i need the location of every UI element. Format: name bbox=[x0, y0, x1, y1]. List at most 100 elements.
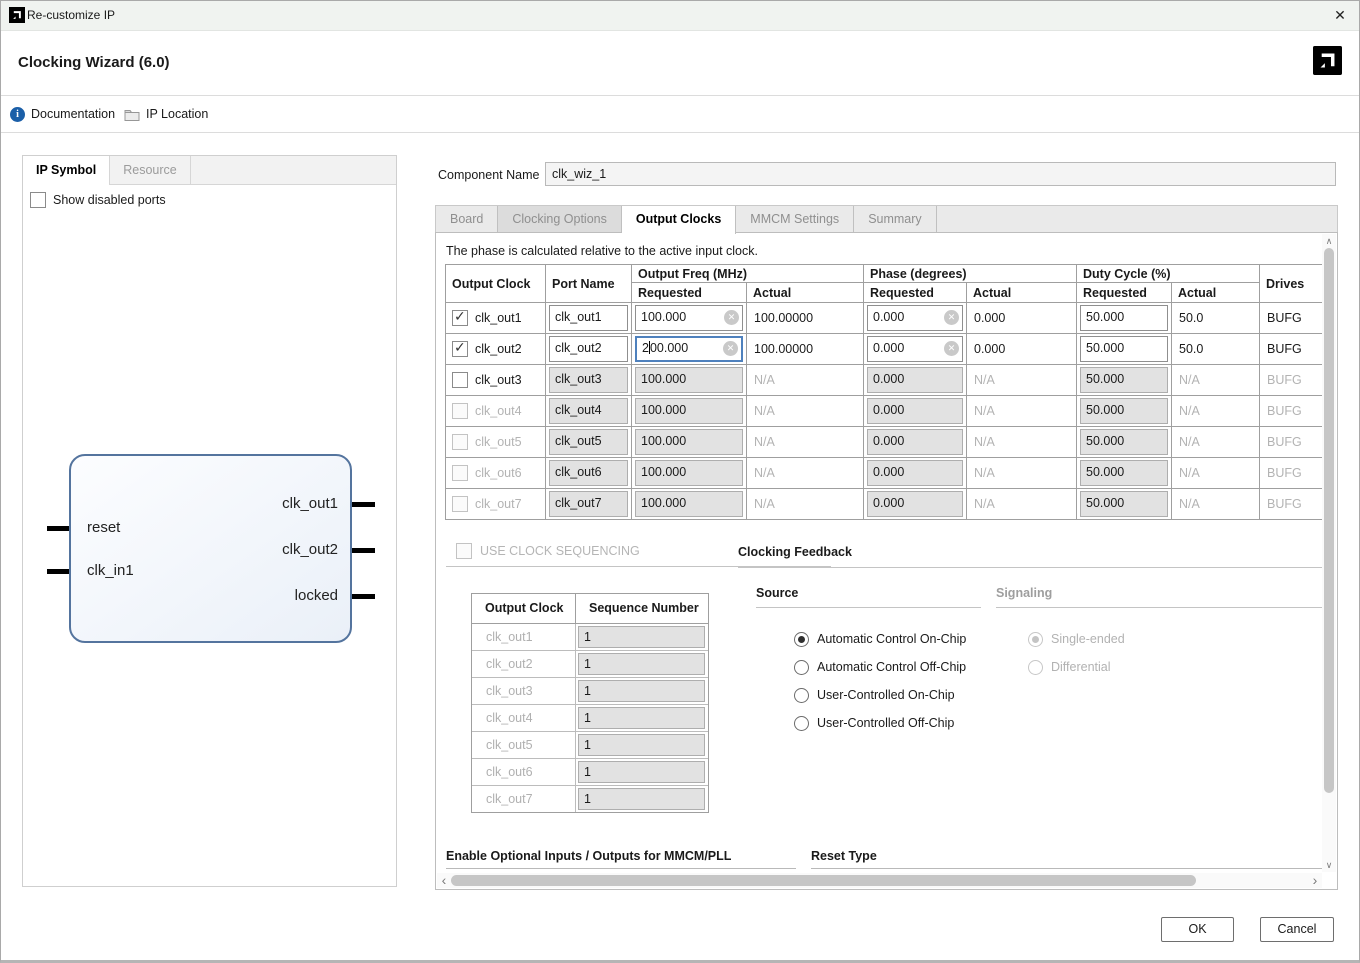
divider bbox=[996, 607, 1324, 608]
close-icon[interactable] bbox=[1326, 3, 1354, 27]
duty-requested-input[interactable]: 50.000 bbox=[1080, 491, 1168, 517]
freq-requested-input[interactable]: 100.000 bbox=[635, 367, 743, 393]
phase-requested-input[interactable]: 0.000 bbox=[867, 367, 963, 393]
use-clock-sequencing-row: USE CLOCK SEQUENCING bbox=[456, 543, 640, 559]
scroll-left-icon[interactable] bbox=[437, 873, 451, 887]
tab-ip-symbol[interactable]: IP Symbol bbox=[23, 156, 110, 185]
output-clock-checkbox[interactable] bbox=[452, 465, 468, 481]
phase-requested-input[interactable]: 0.000 bbox=[867, 336, 963, 362]
phase-actual-value: 0.000 bbox=[967, 303, 1077, 333]
sequence-number-input[interactable]: 1 bbox=[578, 653, 705, 675]
radio-option: Differential bbox=[1028, 653, 1125, 681]
use-clock-sequencing-checkbox[interactable] bbox=[456, 543, 472, 559]
radio-button[interactable] bbox=[794, 688, 809, 703]
freq-requested-input[interactable]: 100.000 bbox=[635, 429, 743, 455]
table-row: clk_out4clk_out4100.000N/A0.000N/A50.000… bbox=[446, 395, 1323, 426]
horizontal-scrollbar-thumb[interactable] bbox=[451, 875, 1196, 886]
header-actual: Actual bbox=[1172, 283, 1260, 302]
table-row: clk_out1clk_out1100.000100.000000.0000.0… bbox=[446, 302, 1323, 333]
table-header: Output Clock Port Name Output Freq (MHz)… bbox=[446, 265, 1323, 302]
sequence-clock-label: clk_out6 bbox=[472, 759, 576, 785]
horizontal-scrollbar[interactable] bbox=[437, 873, 1322, 888]
clear-field-icon[interactable] bbox=[723, 341, 738, 356]
radio-button[interactable] bbox=[794, 716, 809, 731]
divider bbox=[811, 868, 1324, 869]
ip-location-label: IP Location bbox=[146, 107, 208, 121]
ip-symbol-diagram: resetclk_in1clk_out1clk_out2locked bbox=[69, 454, 352, 643]
table-row: clk_out2clk_out2200.000100.000000.0000.0… bbox=[446, 333, 1323, 364]
duty-requested-input[interactable]: 50.000 bbox=[1080, 398, 1168, 424]
port-name-input[interactable]: clk_out2 bbox=[549, 336, 628, 362]
tab-clocking-options[interactable]: Clocking Options bbox=[498, 206, 622, 232]
drives-value: BUFG bbox=[1260, 458, 1323, 488]
duty-requested-input[interactable]: 50.000 bbox=[1080, 367, 1168, 393]
phase-requested-input[interactable]: 0.000 bbox=[867, 460, 963, 486]
freq-requested-input[interactable]: 100.000 bbox=[635, 460, 743, 486]
output-clock-checkbox[interactable] bbox=[452, 434, 468, 450]
output-clock-checkbox[interactable] bbox=[452, 310, 468, 326]
duty-requested-input[interactable]: 50.000 bbox=[1080, 460, 1168, 486]
port-name-input[interactable]: clk_out3 bbox=[549, 367, 628, 393]
phase-requested-input[interactable]: 0.000 bbox=[867, 491, 963, 517]
output-clock-checkbox[interactable] bbox=[452, 341, 468, 357]
sequence-number-input[interactable]: 1 bbox=[578, 734, 705, 756]
vertical-scrollbar[interactable] bbox=[1322, 234, 1336, 872]
scroll-right-icon[interactable] bbox=[1308, 873, 1322, 887]
sequence-number-input[interactable]: 1 bbox=[578, 680, 705, 702]
show-disabled-ports-checkbox[interactable] bbox=[30, 192, 46, 208]
radio-button[interactable] bbox=[794, 632, 809, 647]
vertical-scrollbar-thumb[interactable] bbox=[1324, 248, 1334, 793]
tab-mmcm-settings[interactable]: MMCM Settings bbox=[736, 206, 854, 232]
output-clock-label: clk_out7 bbox=[475, 497, 522, 511]
duty-actual-value: N/A bbox=[1172, 396, 1260, 426]
port-name-input[interactable]: clk_out4 bbox=[549, 398, 628, 424]
documentation-button[interactable]: Documentation bbox=[10, 96, 115, 132]
tab-summary[interactable]: Summary bbox=[854, 206, 936, 232]
signaling-title: Signaling bbox=[996, 586, 1052, 600]
tab-board[interactable]: Board bbox=[436, 206, 498, 232]
scroll-down-icon[interactable] bbox=[1322, 858, 1336, 872]
radio-button[interactable] bbox=[1028, 632, 1043, 647]
scroll-up-icon[interactable] bbox=[1322, 234, 1336, 248]
ok-button[interactable]: OK bbox=[1161, 917, 1234, 942]
output-clock-checkbox[interactable] bbox=[452, 372, 468, 388]
output-clock-checkbox[interactable] bbox=[452, 496, 468, 512]
sequence-number-input[interactable]: 1 bbox=[578, 707, 705, 729]
duty-requested-input[interactable]: 50.000 bbox=[1080, 429, 1168, 455]
port-name-input[interactable]: clk_out7 bbox=[549, 491, 628, 517]
sequence-row: clk_out51 bbox=[472, 731, 708, 758]
sequence-number-input[interactable]: 1 bbox=[578, 761, 705, 783]
freq-requested-input[interactable]: 100.000 bbox=[635, 398, 743, 424]
phase-requested-input[interactable]: 0.000 bbox=[867, 398, 963, 424]
phase-actual-value: N/A bbox=[967, 365, 1077, 395]
tab-resource[interactable]: Resource bbox=[110, 156, 191, 184]
freq-requested-input[interactable]: 200.000 bbox=[635, 336, 743, 362]
radio-button[interactable] bbox=[794, 660, 809, 675]
duty-requested-input[interactable]: 50.000 bbox=[1080, 336, 1168, 362]
phase-requested-input[interactable]: 0.000 bbox=[867, 305, 963, 331]
component-name-input[interactable]: clk_wiz_1 bbox=[545, 162, 1336, 186]
clear-field-icon[interactable] bbox=[724, 310, 739, 325]
port-name-input[interactable]: clk_out6 bbox=[549, 460, 628, 486]
clear-field-icon[interactable] bbox=[944, 341, 959, 356]
output-clock-checkbox[interactable] bbox=[452, 403, 468, 419]
duty-requested-input[interactable]: 50.000 bbox=[1080, 305, 1168, 331]
radio-button[interactable] bbox=[1028, 660, 1043, 675]
freq-requested-input[interactable]: 100.000 bbox=[635, 491, 743, 517]
clear-field-icon[interactable] bbox=[944, 310, 959, 325]
phase-requested-input[interactable]: 0.000 bbox=[867, 429, 963, 455]
config-tab-strip: BoardClocking OptionsOutput ClocksMMCM S… bbox=[435, 205, 1338, 232]
phase-actual-value: N/A bbox=[967, 396, 1077, 426]
sequence-number-input[interactable]: 1 bbox=[578, 788, 705, 810]
sequence-table: Output Clock Sequence Number clk_out11cl… bbox=[471, 593, 709, 813]
freq-actual-value: 100.00000 bbox=[747, 334, 864, 364]
sequence-number-input[interactable]: 1 bbox=[578, 626, 705, 648]
port-name-input[interactable]: clk_out5 bbox=[549, 429, 628, 455]
ip-location-button[interactable]: IP Location bbox=[124, 96, 208, 132]
port-name-input[interactable]: clk_out1 bbox=[549, 305, 628, 331]
cancel-button[interactable]: Cancel bbox=[1260, 917, 1334, 942]
freq-requested-input[interactable]: 100.000 bbox=[635, 305, 743, 331]
divider bbox=[446, 868, 796, 869]
tab-output-clocks[interactable]: Output Clocks bbox=[622, 206, 736, 234]
documentation-label: Documentation bbox=[31, 107, 115, 121]
